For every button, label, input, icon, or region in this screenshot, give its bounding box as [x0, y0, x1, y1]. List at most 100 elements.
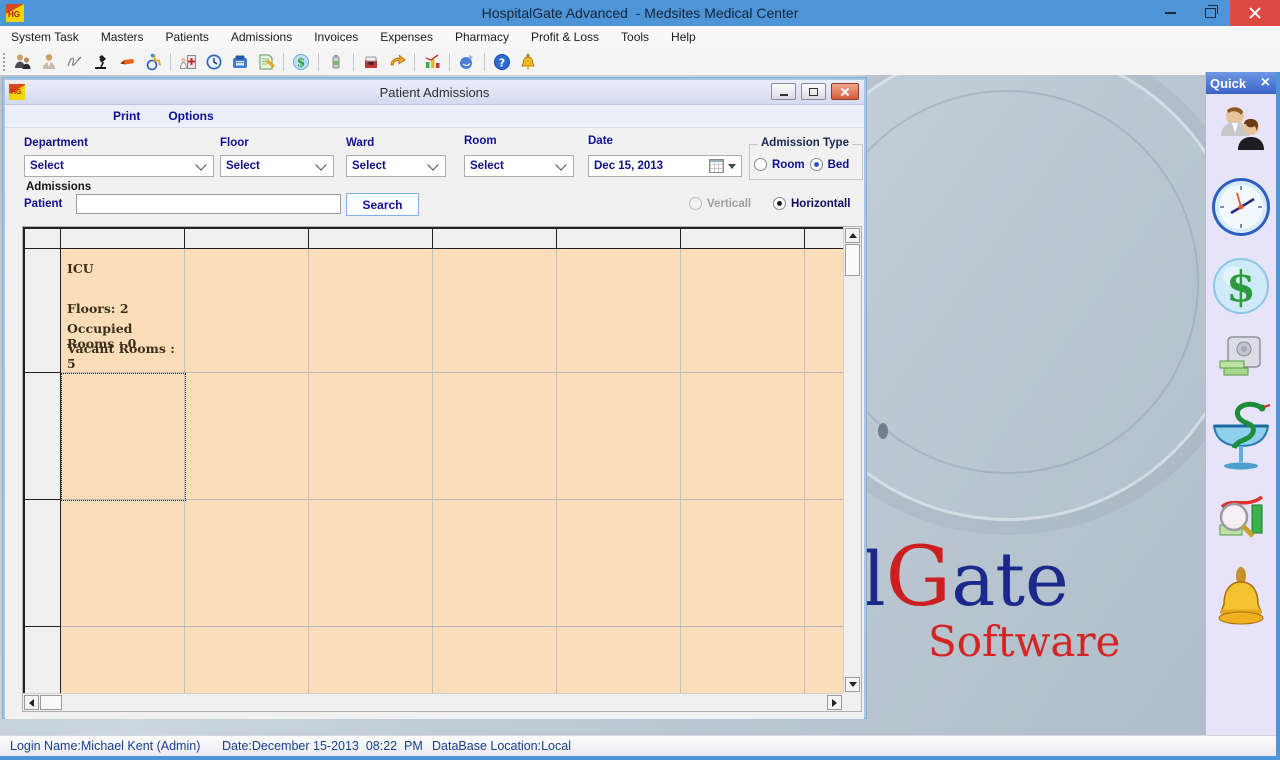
bell-icon[interactable] — [516, 51, 540, 73]
grid-cell[interactable] — [681, 500, 805, 627]
grid-cell[interactable] — [309, 249, 433, 373]
menu-tools[interactable]: Tools — [610, 26, 660, 48]
backup-icon[interactable] — [455, 51, 479, 73]
menu-admissions[interactable]: Admissions — [220, 26, 303, 48]
menu-print[interactable]: Print — [113, 109, 140, 123]
admission-building-icon[interactable] — [176, 51, 200, 73]
menu-help[interactable]: Help — [660, 26, 707, 48]
grid-cell[interactable] — [433, 627, 557, 693]
horizontal-radio-label[interactable]: Horizontall — [791, 198, 850, 210]
grid-cell[interactable] — [433, 500, 557, 627]
grid-cell[interactable] — [185, 500, 309, 627]
grid-header-cell — [61, 227, 185, 249]
main-menubar: System Task Masters Patients Admissions … — [0, 26, 1280, 49]
quick-safe-icon[interactable] — [1216, 333, 1266, 388]
date-dropdown-icon[interactable] — [728, 164, 736, 169]
invoice-icon[interactable] — [254, 51, 278, 73]
horizontal-scroll-thumb[interactable] — [40, 695, 62, 710]
grid-cell[interactable] — [433, 249, 557, 373]
grid-cell[interactable] — [557, 373, 681, 500]
fax-icon[interactable] — [228, 51, 252, 73]
child-maximize-button[interactable] — [801, 83, 826, 100]
quick-clock-icon[interactable] — [1209, 175, 1273, 244]
dollar-coin-icon[interactable]: $ — [289, 51, 313, 73]
grid-cell[interactable] — [309, 500, 433, 627]
vertical-scrollbar[interactable] — [843, 227, 861, 693]
undo-arrow-icon[interactable] — [385, 51, 409, 73]
room-radio[interactable] — [754, 158, 767, 171]
grid-cell[interactable] — [433, 373, 557, 500]
chart-icon[interactable] — [420, 51, 444, 73]
grid-cell[interactable] — [185, 627, 309, 693]
grid-cell[interactable] — [309, 373, 433, 500]
microscope-icon[interactable] — [89, 51, 113, 73]
calendar-icon[interactable] — [709, 159, 724, 173]
scroll-right-button[interactable] — [827, 695, 842, 710]
grid-cell[interactable] — [557, 500, 681, 627]
grid-cell[interactable] — [309, 627, 433, 693]
grid-cell[interactable] — [805, 249, 843, 373]
scroll-left-button[interactable] — [24, 695, 39, 710]
wheelchair-icon[interactable] — [141, 51, 165, 73]
patient-icon[interactable] — [37, 51, 61, 73]
menu-system-task[interactable]: System Task — [0, 26, 90, 48]
background-detail — [878, 423, 888, 439]
grid-cell[interactable] — [681, 249, 805, 373]
grid-cell[interactable] — [185, 373, 309, 500]
help-icon[interactable]: ? — [490, 51, 514, 73]
pen-icon[interactable] — [115, 51, 139, 73]
scroll-down-button[interactable] — [845, 677, 860, 692]
medicine-icon[interactable] — [324, 51, 348, 73]
minimize-button[interactable] — [1150, 0, 1190, 26]
grid-cell[interactable] — [61, 627, 185, 693]
room-select[interactable]: Select — [464, 155, 574, 177]
horizontal-radio[interactable] — [773, 197, 786, 210]
quick-patients-icon[interactable] — [1213, 102, 1269, 163]
menu-pharmacy[interactable]: Pharmacy — [444, 26, 520, 48]
quick-billing-icon[interactable]: $ — [1211, 256, 1271, 321]
menu-masters[interactable]: Masters — [90, 26, 155, 48]
grid-cell[interactable] — [681, 627, 805, 693]
grid-cell[interactable] — [557, 249, 681, 373]
date-picker[interactable]: Dec 15, 2013 — [588, 155, 742, 177]
grid-viewport: ICU Floors: 2 Occupied Rooms : 0 Vacant … — [23, 227, 843, 693]
grid-cell[interactable] — [805, 373, 843, 500]
quick-pharmacy-icon[interactable] — [1206, 400, 1276, 479]
search-button[interactable]: Search — [346, 193, 419, 216]
child-minimize-button[interactable] — [771, 83, 796, 100]
grid-cell[interactable] — [557, 627, 681, 693]
patient-search-input[interactable] — [76, 194, 341, 214]
menu-patients[interactable]: Patients — [155, 26, 220, 48]
grid-cell[interactable] — [681, 373, 805, 500]
grid-rowheader-cell — [23, 627, 61, 693]
grid-cell[interactable] — [61, 500, 185, 627]
restore-button[interactable] — [1190, 0, 1230, 26]
signature-icon[interactable] — [63, 51, 87, 73]
vertical-scroll-thumb[interactable] — [845, 244, 860, 276]
grid-cell[interactable] — [805, 500, 843, 627]
child-close-button[interactable] — [831, 83, 859, 100]
svg-text:$: $ — [1226, 262, 1255, 311]
department-select[interactable]: Select — [24, 155, 214, 177]
horizontal-scrollbar[interactable] — [23, 693, 843, 711]
grid-cell[interactable] — [185, 249, 309, 373]
floor-select[interactable]: Select — [220, 155, 334, 177]
scroll-up-button[interactable] — [845, 228, 860, 243]
close-button[interactable] — [1230, 0, 1280, 26]
ward-select[interactable]: Select — [346, 155, 446, 177]
chevron-down-icon — [195, 159, 206, 170]
quick-reports-icon[interactable] — [1212, 491, 1270, 554]
menu-expenses[interactable]: Expenses — [369, 26, 444, 48]
menu-options[interactable]: Options — [168, 109, 213, 123]
patients-group-icon[interactable] — [11, 51, 35, 73]
menu-profit-loss[interactable]: Profit & Loss — [520, 26, 610, 48]
room-radio-label[interactable]: Room — [772, 159, 805, 171]
quick-bell-icon[interactable] — [1215, 566, 1267, 635]
clock-icon[interactable] — [202, 51, 226, 73]
bed-radio[interactable] — [810, 158, 823, 171]
quick-panel-close-icon[interactable]: × — [1261, 72, 1270, 94]
bed-radio-label[interactable]: Bed — [828, 159, 850, 171]
grid-cell[interactable] — [805, 627, 843, 693]
cash-register-icon[interactable] — [359, 51, 383, 73]
menu-invoices[interactable]: Invoices — [303, 26, 369, 48]
